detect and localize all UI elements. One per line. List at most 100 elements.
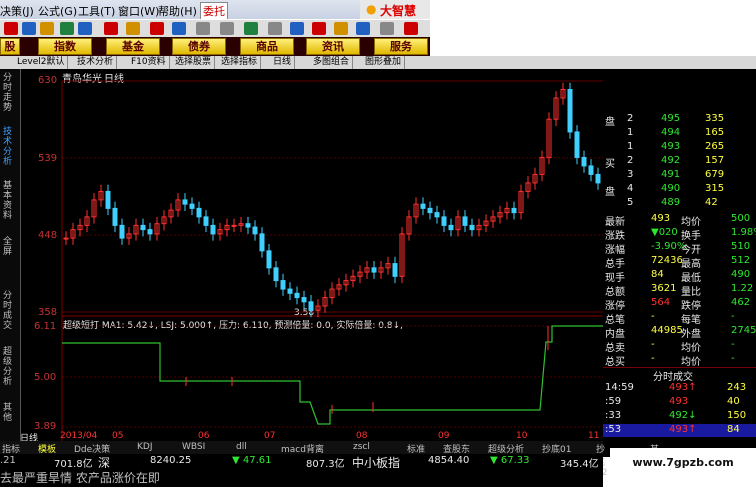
bottom-tab[interactable]: dll [236,442,247,452]
stat-label: 最新 [605,217,625,228]
date-tick: 11 [588,431,600,441]
candle-body [420,203,426,209]
stat-label: 均价 [681,357,701,368]
candle-body [252,226,258,235]
candlestick-chart [61,80,603,441]
quote-stat-row: 总笔 - 每笔 - [603,311,756,326]
date-tick: 05 [112,431,124,441]
tick-price: 492↓ [669,410,697,421]
stat-label: 换手 [681,231,701,242]
stat-value: 493 [651,213,671,224]
stat-value: 510 [731,241,751,252]
quote-stat-row: 内盘 44985外盘 27451 [603,325,756,340]
candle-body [182,199,188,205]
tick-volume: 150 [727,410,747,421]
stat-label: 涨停 [605,301,625,312]
orderbook-row: 盘 2 495 335 [603,113,756,128]
stat-label: 总买 [605,357,625,368]
stat-label: 总手 [605,259,625,270]
tick-volume: 40 [727,396,740,407]
stat-label: 均价 [681,343,701,354]
bottom-tab[interactable]: WBSI [182,442,205,452]
stat-label: 均价 [681,217,701,228]
candle-body [469,224,475,231]
bottom-tab[interactable]: zscl [353,442,370,452]
stat-label: 总额 [605,287,625,298]
candle-body [189,203,195,209]
ticks-header: 分时成交 [603,367,756,383]
stat-label: 现手 [605,273,625,284]
candle-body [427,207,433,214]
quote-stat-row: 总额 3621 量比 1.22 [603,283,756,298]
candle-body [112,207,118,226]
orderbook-level: 1 [627,141,634,152]
stat-value: 44985 [651,325,683,336]
stat-label: 总笔 [605,315,625,326]
orderbook-price: 489 [661,197,681,208]
ticks-title: 分时成交 [653,372,693,383]
orderbook-side: 盘 [605,117,615,128]
candle-body [392,263,398,277]
quote-stat-row: 总买 - 均价 - [603,353,756,368]
candle-body [287,288,293,294]
orderbook-level: 3 [627,169,634,180]
orderbook-volume: 265 [705,141,725,152]
news-ticker[interactable]: 去最严重旱情 农产品涨价在即 [0,468,603,487]
stat-value: 72436 [651,255,683,266]
bottom-tab[interactable]: KDJ [137,442,153,452]
tick-volume: 84 [727,424,740,435]
watermark: www.7gpzb.com [610,448,756,487]
orderbook-volume: 315 [705,183,725,194]
tick-time: 14:59 [605,382,634,393]
candle-body [147,229,153,235]
orderbook-price: 492 [661,155,681,166]
stat-value: 490 [731,269,751,280]
stat-label: 内盘 [605,329,625,340]
stat-value: 84 [651,269,664,280]
date-tick: 08 [356,431,368,441]
candle-body [266,250,272,269]
stat-value: - [731,339,735,350]
orderbook-side: 买 [605,159,615,170]
stat-label: 量比 [681,287,701,298]
quote-stat-row: 涨幅 -3.90% 今开 510 [603,241,756,256]
orderbook-row: 盘 4 490 315 [603,183,756,198]
tick-price: 493 [669,396,689,407]
quote-stat-row: 最新 493 均价 500 [603,213,756,228]
candle-body [203,216,209,226]
tick-row: :33 492↓ 150 [603,410,756,423]
stat-label: 最低 [681,273,701,284]
candle-body [567,88,573,133]
orderbook-price: 494 [661,127,681,138]
quote-stat-row: 总卖 - 均价 - [603,339,756,354]
orderbook-level: 2 [627,113,634,124]
stat-value: 3621 [651,283,677,294]
stat-value: 27451 [731,325,756,336]
candle-body [434,212,440,218]
stat-value: - [651,339,655,350]
candle-body [105,190,111,209]
orderbook-volume: 42 [705,197,718,208]
quote-stat-row: 涨跌 ▼020换手 1.98% [603,227,756,242]
stat-label: 最高 [681,259,701,270]
orderbook-price: 493 [661,141,681,152]
orderbook-volume: 335 [705,113,725,124]
quote-stat-row: 总手 72436 最高 512 [603,255,756,270]
stat-label: 涨幅 [605,245,625,256]
tick-price: 493↑ [669,382,697,393]
stat-value: 500 [731,213,751,224]
stat-value: - [731,311,735,322]
quote-stat-row: 涨停 564 跌停 462 [603,297,756,312]
tick-volume: 243 [727,382,747,393]
candle-body [301,297,307,303]
orderbook-level: 1 [627,127,634,138]
stat-label: 跌停 [681,301,701,312]
tick-row: :53 493↑ 84 [603,424,756,437]
candle-body [294,292,300,299]
stat-value: - [731,353,735,364]
tick-row: 14:59 493↑ 243 [603,382,756,395]
stat-value: 1.22 [731,283,754,294]
orderbook-row: 5 489 42 [603,197,756,210]
stat-value: - [651,353,655,364]
orderbook-volume: 165 [705,127,725,138]
